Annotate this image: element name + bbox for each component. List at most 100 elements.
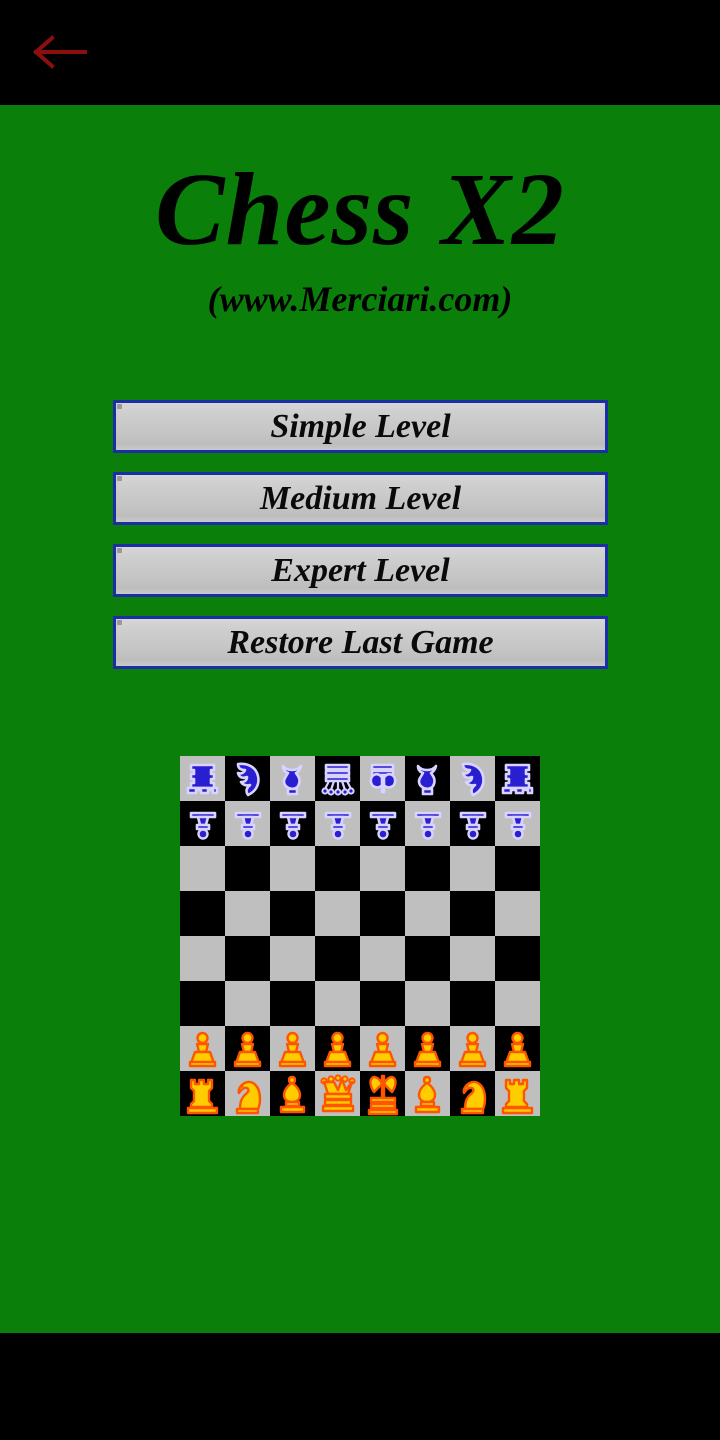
chess-board[interactable]	[180, 756, 540, 1116]
board-square-h1[interactable]	[495, 1071, 540, 1116]
piece-blue-rook[interactable]	[180, 756, 225, 801]
board-square-h4[interactable]	[495, 936, 540, 981]
expert-level-button[interactable]: Expert Level	[113, 544, 608, 597]
piece-orange-pawn[interactable]	[495, 1026, 540, 1071]
piece-blue-rook[interactable]	[495, 756, 540, 801]
board-square-b4[interactable]	[225, 936, 270, 981]
board-square-g6[interactable]	[450, 846, 495, 891]
board-square-a7[interactable]	[180, 801, 225, 846]
piece-orange-queen[interactable]	[315, 1071, 360, 1116]
board-square-g1[interactable]	[450, 1071, 495, 1116]
board-square-a4[interactable]	[180, 936, 225, 981]
board-square-b5[interactable]	[225, 891, 270, 936]
board-square-b7[interactable]	[225, 801, 270, 846]
board-square-b8[interactable]	[225, 756, 270, 801]
board-square-g4[interactable]	[450, 936, 495, 981]
board-square-h3[interactable]	[495, 981, 540, 1026]
piece-blue-pawn[interactable]	[450, 801, 495, 846]
piece-orange-pawn[interactable]	[225, 1026, 270, 1071]
board-square-f5[interactable]	[405, 891, 450, 936]
board-square-e1[interactable]	[360, 1071, 405, 1116]
board-square-d2[interactable]	[315, 1026, 360, 1071]
board-square-b6[interactable]	[225, 846, 270, 891]
board-square-b1[interactable]	[225, 1071, 270, 1116]
board-square-g7[interactable]	[450, 801, 495, 846]
board-square-f3[interactable]	[405, 981, 450, 1026]
piece-blue-pawn[interactable]	[315, 801, 360, 846]
board-square-c2[interactable]	[270, 1026, 315, 1071]
board-square-e8[interactable]	[360, 756, 405, 801]
board-square-h8[interactable]	[495, 756, 540, 801]
restore-last-game-button[interactable]: Restore Last Game	[113, 616, 608, 669]
simple-level-button[interactable]: Simple Level	[113, 400, 608, 453]
board-square-a8[interactable]	[180, 756, 225, 801]
board-square-e5[interactable]	[360, 891, 405, 936]
board-square-c5[interactable]	[270, 891, 315, 936]
board-square-h2[interactable]	[495, 1026, 540, 1071]
board-square-f6[interactable]	[405, 846, 450, 891]
board-square-g3[interactable]	[450, 981, 495, 1026]
board-square-e4[interactable]	[360, 936, 405, 981]
board-square-a5[interactable]	[180, 891, 225, 936]
board-square-h5[interactable]	[495, 891, 540, 936]
board-square-b3[interactable]	[225, 981, 270, 1026]
medium-level-button[interactable]: Medium Level	[113, 472, 608, 525]
board-square-c8[interactable]	[270, 756, 315, 801]
board-square-h6[interactable]	[495, 846, 540, 891]
piece-blue-pawn[interactable]	[225, 801, 270, 846]
board-square-e3[interactable]	[360, 981, 405, 1026]
board-square-f1[interactable]	[405, 1071, 450, 1116]
board-square-f2[interactable]	[405, 1026, 450, 1071]
board-square-c4[interactable]	[270, 936, 315, 981]
board-square-a2[interactable]	[180, 1026, 225, 1071]
board-square-d7[interactable]	[315, 801, 360, 846]
board-square-f7[interactable]	[405, 801, 450, 846]
board-square-d4[interactable]	[315, 936, 360, 981]
piece-blue-pawn[interactable]	[495, 801, 540, 846]
board-square-f8[interactable]	[405, 756, 450, 801]
board-square-e6[interactable]	[360, 846, 405, 891]
board-square-e2[interactable]	[360, 1026, 405, 1071]
board-square-c7[interactable]	[270, 801, 315, 846]
piece-orange-pawn[interactable]	[315, 1026, 360, 1071]
board-square-a3[interactable]	[180, 981, 225, 1026]
piece-blue-king[interactable]	[360, 756, 405, 801]
piece-orange-bishop[interactable]	[405, 1071, 450, 1116]
piece-orange-pawn[interactable]	[180, 1026, 225, 1071]
piece-blue-pawn[interactable]	[360, 801, 405, 846]
board-square-d8[interactable]	[315, 756, 360, 801]
piece-blue-knight[interactable]	[225, 756, 270, 801]
board-square-d5[interactable]	[315, 891, 360, 936]
board-square-f4[interactable]	[405, 936, 450, 981]
piece-orange-rook[interactable]	[495, 1071, 540, 1116]
board-square-d3[interactable]	[315, 981, 360, 1026]
piece-orange-bishop[interactable]	[270, 1071, 315, 1116]
board-square-c3[interactable]	[270, 981, 315, 1026]
piece-blue-bishop[interactable]	[270, 756, 315, 801]
board-square-a6[interactable]	[180, 846, 225, 891]
back-button[interactable]	[30, 30, 92, 74]
piece-orange-rook[interactable]	[180, 1071, 225, 1116]
piece-orange-pawn[interactable]	[360, 1026, 405, 1071]
piece-blue-pawn[interactable]	[180, 801, 225, 846]
piece-blue-knight[interactable]	[450, 756, 495, 801]
board-square-g2[interactable]	[450, 1026, 495, 1071]
board-square-d1[interactable]	[315, 1071, 360, 1116]
board-square-e7[interactable]	[360, 801, 405, 846]
board-square-d6[interactable]	[315, 846, 360, 891]
board-square-a1[interactable]	[180, 1071, 225, 1116]
piece-orange-pawn[interactable]	[405, 1026, 450, 1071]
board-square-c6[interactable]	[270, 846, 315, 891]
piece-orange-pawn[interactable]	[450, 1026, 495, 1071]
piece-orange-knight[interactable]	[450, 1071, 495, 1116]
piece-orange-king[interactable]	[360, 1071, 405, 1116]
board-square-g8[interactable]	[450, 756, 495, 801]
piece-orange-pawn[interactable]	[270, 1026, 315, 1071]
board-square-c1[interactable]	[270, 1071, 315, 1116]
board-square-g5[interactable]	[450, 891, 495, 936]
piece-blue-pawn[interactable]	[405, 801, 450, 846]
board-square-b2[interactable]	[225, 1026, 270, 1071]
piece-blue-bishop[interactable]	[405, 756, 450, 801]
board-square-h7[interactable]	[495, 801, 540, 846]
piece-blue-queen[interactable]	[315, 756, 360, 801]
